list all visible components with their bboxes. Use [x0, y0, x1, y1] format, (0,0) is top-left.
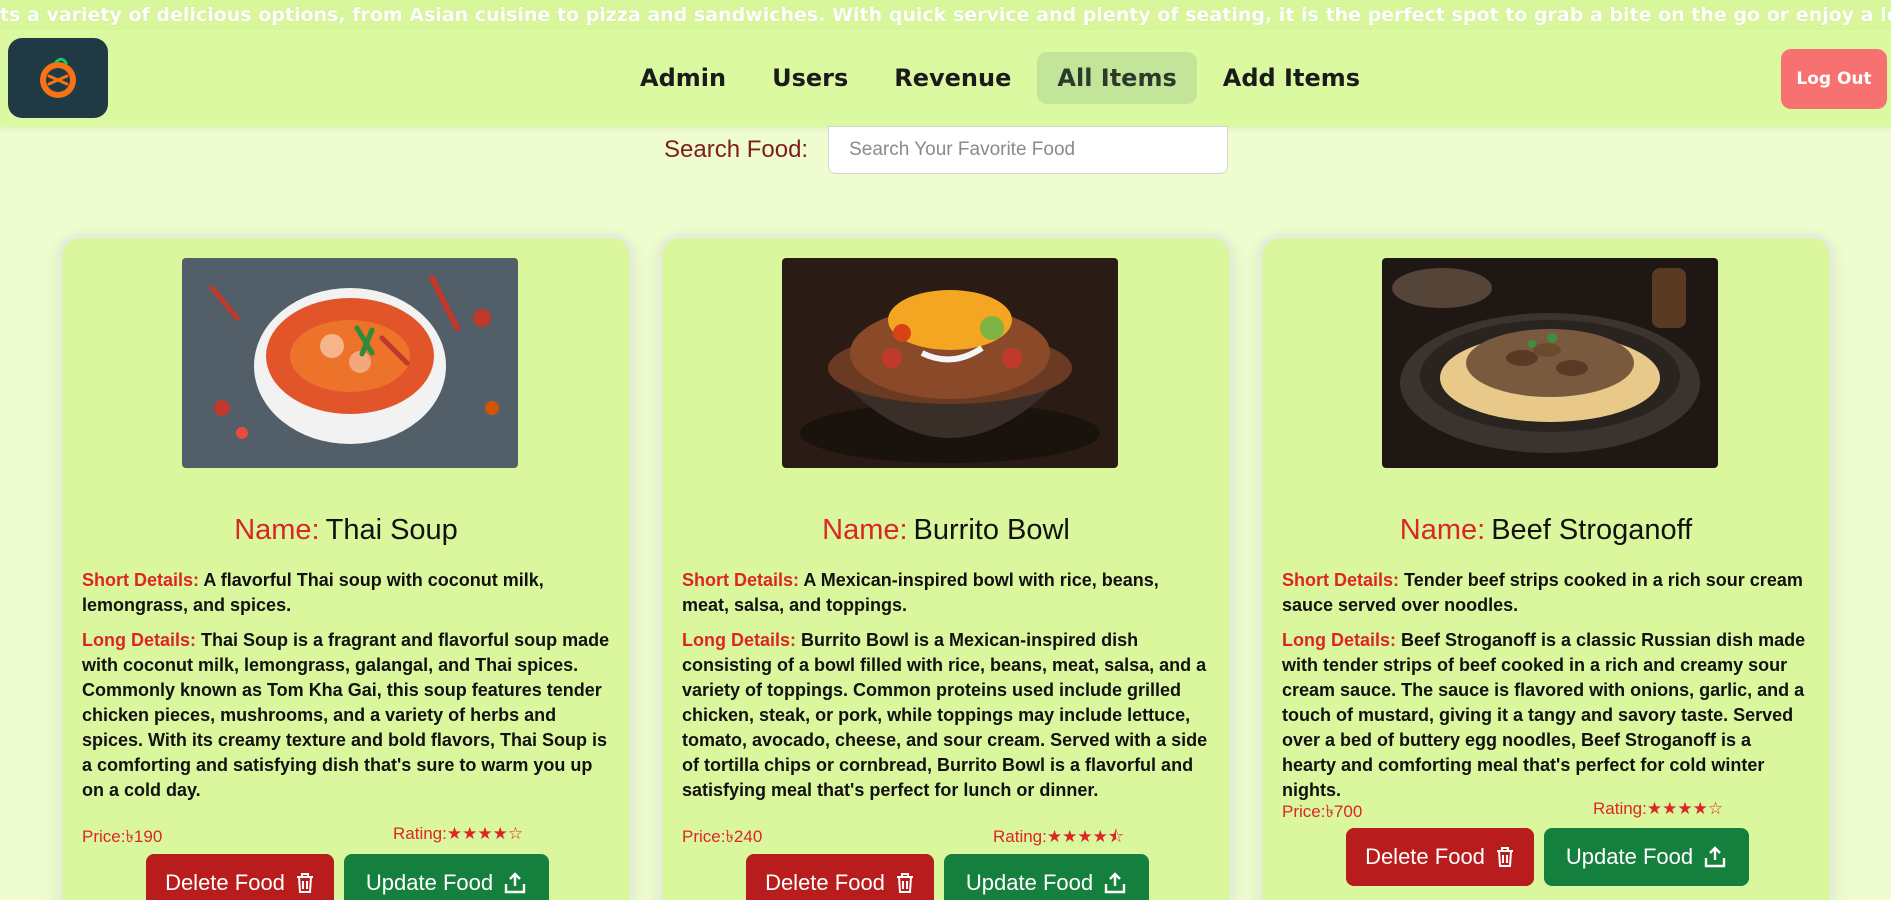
food-image	[182, 258, 518, 468]
food-name-value: Beef Stroganoff	[1491, 514, 1693, 546]
trash-icon	[1496, 847, 1513, 867]
upload-icon	[504, 872, 526, 894]
nav-users[interactable]: Users	[752, 52, 868, 104]
short-details-label: Short Details:	[1282, 570, 1400, 590]
long-details-value: Thai Soup is a fragrant and flavorful so…	[82, 630, 610, 800]
long-details: Long Details: Thai Soup is a fragrant an…	[82, 628, 610, 803]
food-card: Name: Burrito Bowl Short Details: A Mexic…	[658, 234, 1234, 900]
short-details-label: Short Details:	[682, 570, 800, 590]
update-food-button[interactable]: Update Food	[344, 854, 549, 900]
star-rating-icon: ★★★★☆	[1646, 799, 1724, 818]
price-rating-row: Price:৳240 Rating:★★★★⯪	[682, 824, 1210, 852]
price-rating-row: Price:৳190 Rating:★★★★☆	[82, 824, 610, 852]
nav-all-items[interactable]: All Items	[1037, 52, 1197, 104]
rating-label: Rating:	[393, 824, 447, 843]
food-image	[782, 258, 1118, 468]
food-name-value: Thai Soup	[325, 514, 458, 546]
trash-icon	[296, 873, 313, 893]
long-details-label: Long Details:	[82, 630, 197, 650]
short-details: Short Details: A Mexican-inspired bowl w…	[682, 568, 1210, 618]
logo[interactable]	[8, 38, 108, 118]
food-name-value: Burrito Bowl	[913, 514, 1070, 546]
food-name: Name: Thai Soup	[62, 514, 630, 547]
price-value: ৳190	[125, 827, 163, 846]
star-rating-icon: ★★★★☆	[446, 824, 524, 843]
logout-button[interactable]: Log Out	[1781, 49, 1887, 109]
food-name: Name: Beef Stroganoff	[1262, 514, 1830, 547]
rating-label: Rating:	[1593, 799, 1647, 818]
name-label: Name:	[234, 514, 320, 546]
upload-icon	[1104, 872, 1126, 894]
navbar: Admin Users Revenue All Items Add Items …	[0, 30, 1891, 127]
food-image	[1382, 258, 1718, 468]
restaurant-logo-icon	[40, 57, 76, 98]
price-rating-row: Price:৳700 Rating:★★★★☆	[1282, 799, 1810, 827]
nav-admin[interactable]: Admin	[620, 52, 746, 104]
nav-revenue[interactable]: Revenue	[874, 52, 1031, 104]
long-details: Long Details: Burrito Bowl is a Mexican-…	[682, 628, 1210, 803]
search-bar: Search Food:	[664, 126, 1229, 174]
long-details-label: Long Details:	[682, 630, 797, 650]
short-details: Short Details: Tender beef strips cooked…	[1282, 568, 1810, 618]
food-card: Name: Thai Soup Short Details: A flavorfu…	[58, 234, 634, 900]
price-label: Price:	[82, 827, 126, 846]
star-rating-icon: ★★★★⯪	[1046, 827, 1124, 846]
delete-food-button[interactable]: Delete Food	[1346, 828, 1534, 886]
delete-button-label: Delete Food	[165, 870, 285, 895]
long-details-value: Burrito Bowl is a Mexican-inspired dish …	[682, 630, 1208, 800]
update-button-label: Update Food	[365, 870, 494, 895]
nav-add-items[interactable]: Add Items	[1203, 52, 1380, 104]
delete-food-button[interactable]: Delete Food	[746, 854, 934, 900]
rating: Rating:★★★★⯪	[993, 824, 1124, 853]
delete-food-button[interactable]: Delete Food	[146, 854, 334, 900]
delete-button-label: Delete Food	[765, 870, 885, 895]
update-button-label: Update Food	[1565, 844, 1694, 869]
short-details: Short Details: A flavorful Thai soup wit…	[82, 568, 610, 618]
food-name: Name: Burrito Bowl	[662, 514, 1230, 547]
trash-icon	[896, 873, 913, 893]
rating: Rating:★★★★☆	[1593, 799, 1723, 819]
update-button-label: Update Food	[965, 870, 1094, 895]
name-label: Name:	[1399, 514, 1486, 546]
long-details-label: Long Details:	[1282, 630, 1397, 650]
name-label: Name:	[822, 514, 908, 546]
long-details: Long Details: Beef Stroganoff is a class…	[1282, 628, 1810, 803]
delete-button-label: Delete Food	[1365, 844, 1485, 869]
long-details-value: Beef Stroganoff is a classic Russian dis…	[1282, 630, 1806, 800]
banner-text: ts a variety of delicious options, from …	[0, 4, 1891, 26]
announcement-banner: ts a variety of delicious options, from …	[0, 0, 1891, 30]
food-card: Name: Beef Stroganoff Short Details: Tend…	[1258, 234, 1834, 900]
price-value: ৳240	[725, 827, 763, 846]
rating-label: Rating:	[993, 827, 1047, 846]
search-input[interactable]	[828, 126, 1229, 174]
price-label: Price:	[1282, 802, 1326, 821]
short-details-label: Short Details:	[82, 570, 200, 590]
rating: Rating:★★★★☆	[393, 824, 523, 844]
price-value: ৳700	[1325, 802, 1363, 821]
upload-icon	[1704, 846, 1726, 868]
price-label: Price:	[682, 827, 726, 846]
update-food-button[interactable]: Update Food	[944, 854, 1149, 900]
update-food-button[interactable]: Update Food	[1544, 828, 1749, 886]
search-label: Search Food:	[664, 136, 809, 163]
nav-links: Admin Users Revenue All Items Add Items	[620, 50, 1380, 106]
